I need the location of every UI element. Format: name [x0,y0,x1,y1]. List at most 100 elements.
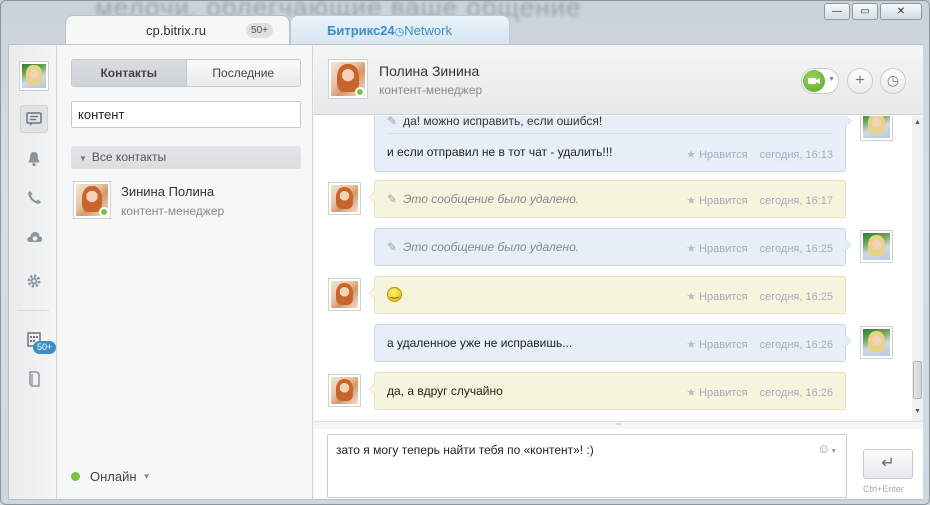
scroll-up-icon[interactable]: ▲ [914,119,921,126]
notification-badge: 50+ [33,341,57,354]
plus-icon: + [855,72,865,89]
message-text: ✎ Это сообщение было удалено. [387,192,580,206]
messages-icon[interactable] [20,105,48,133]
chevron-down-icon: ▼ [828,76,835,83]
chevron-down-icon: ▼ [79,154,87,163]
message-incoming: ★Нравится сегодня, 16:25 [368,276,846,314]
online-indicator [99,207,109,217]
enter-icon: ↵ [881,455,895,472]
gear-icon[interactable] [20,267,48,295]
minimize-button[interactable]: — [824,3,850,20]
chat-panel: Полина Зинина контент-менеджер ▼ + ◷ ✎ да… [314,45,923,499]
status-selector[interactable]: Онлайн ▼ [71,469,150,484]
chat-user-role: контент-менеджер [379,83,483,97]
window-controls: — ▭ ✕ [824,3,922,20]
bell-icon[interactable] [20,145,48,173]
chevron-down-icon: ▼ [142,472,151,481]
contacts-panel: Контакты Последние ▼ Все контакты Зинина … [58,45,313,499]
message-divider [387,133,833,134]
message-incoming: ✎ Это сообщение было удалено. ★ Нравится се… [368,180,846,218]
message-outgoing: ✎ да! можно исправить, если ошибся! и есл… [374,116,852,172]
close-button[interactable]: ✕ [880,3,922,20]
resize-handle[interactable]: ═ [314,421,923,429]
message-time: сегодня, 16:26 [759,387,833,399]
message-meta: ★ Нравится сегодня, 16:25 [686,242,833,255]
message-time: сегодня, 16:17 [759,195,833,207]
tab-cp-bitrix[interactable]: cp.bitrix.ru 50+ [65,15,290,44]
chat-header: Полина Зинина контент-менеджер ▼ + ◷ [314,45,923,115]
add-user-button[interactable]: + [847,68,873,94]
my-avatar[interactable] [19,61,49,91]
send-button[interactable]: ↵ [863,449,913,479]
like-link[interactable]: Нравится [699,195,748,207]
contact-name: Зинина Полина [121,184,215,199]
message-outgoing: а удаленное уже не исправишь... ★ Нравитс… [374,324,852,362]
message-meta: ★ Нравится сегодня, 16:26 [686,338,833,351]
message-input[interactable]: зато я могу теперь найти тебя по «контен… [327,434,847,498]
star-icon: ★ [686,243,697,255]
contacts-toggle: Контакты Последние [71,59,301,87]
send-hint: Ctrl+Enter [863,484,904,494]
tab-contacts[interactable]: Контакты [72,60,187,86]
like-link[interactable]: Нравится [699,291,748,303]
contact-item[interactable]: Зинина Полина контент-менеджер [71,181,301,221]
message-meta: ★ Нравится сегодня, 16:25 [686,290,833,303]
tab-label: cp.bitrix.ru [146,23,206,38]
message-time: сегодня, 16:26 [759,339,833,351]
like-link[interactable]: Нравится [699,339,748,351]
tab-badge: 50+ [246,23,273,38]
book-icon[interactable] [20,365,48,393]
phone-icon[interactable] [20,183,48,211]
contacts-group-header[interactable]: ▼ Все контакты [71,146,301,169]
search-input[interactable] [71,101,301,128]
chevron-down-icon: ▼ [830,448,838,455]
message-text: да, а вдруг случайно [387,384,503,398]
status-label: Онлайн [90,469,137,484]
messenger-window: 50+ Контакты Последние ▼ Все контакты Зин… [8,44,923,500]
emoji-icon[interactable]: ☺▼ [817,441,837,456]
pencil-icon: ✎ [387,240,398,254]
iconbar-divider [17,310,49,311]
history-button[interactable]: ◷ [880,68,906,94]
star-icon: ★ [686,339,697,351]
star-icon: ★ [686,195,697,207]
like-link[interactable]: Нравится [699,243,748,255]
tab-label-bitrix: Битрикс24 [327,23,395,38]
message-meta: ★ Нравится сегодня, 16:17 [686,194,833,207]
message-avatar [328,374,361,407]
message-incoming: да, а вдруг случайно ★ Нравится сегодня, 1… [368,372,846,410]
scrollbar-thumb[interactable] [913,361,922,399]
tab-bitrix24-network[interactable]: Битрикс24◷Network [290,15,510,44]
message-meta: ★ Нравится сегодня, 16:26 [686,386,833,399]
message-scrollbar[interactable]: ▲ ▼ [912,116,923,421]
message-avatar [860,116,893,141]
pencil-icon: ✎ [387,116,398,128]
status-dot [71,472,80,481]
message-avatar [860,326,893,359]
message-time: сегодня, 16:25 [759,243,833,255]
scroll-down-icon[interactable]: ▼ [914,408,921,415]
message-text: и если отправил не в тот чат - удалить!!… [387,145,613,159]
message-text: ✎ да! можно исправить, если ошибся! [387,116,603,128]
star-icon: ★ [686,149,697,161]
icon-bar: 50+ [9,45,57,499]
smiley-icon [387,286,402,303]
history-icon: ◷ [886,72,900,88]
message-list: ✎ да! можно исправить, если ошибся! и есл… [314,116,912,421]
chat-user-name[interactable]: Полина Зинина [379,63,479,79]
tab-label-network: Network [404,23,452,38]
maximize-button[interactable]: ▭ [852,3,878,20]
tab-recent[interactable]: Последние [186,60,300,86]
message-text: а удаленное уже не исправишь... [387,336,573,350]
video-call-button[interactable]: ▼ [801,68,839,94]
message-outgoing: ✎ Это сообщение было удалено. ★ Нравится се… [374,228,852,266]
online-indicator [355,87,365,97]
group-label: Все контакты [91,150,167,164]
pencil-icon: ✎ [387,192,398,206]
message-time: сегодня, 16:13 [759,149,833,161]
video-camera-icon [803,70,825,92]
disk-icon[interactable] [20,223,48,251]
like-link[interactable]: Нравится [699,387,748,399]
message-meta: ★ Нравится сегодня, 16:13 [686,148,833,161]
like-link[interactable]: Нравится [699,149,748,161]
